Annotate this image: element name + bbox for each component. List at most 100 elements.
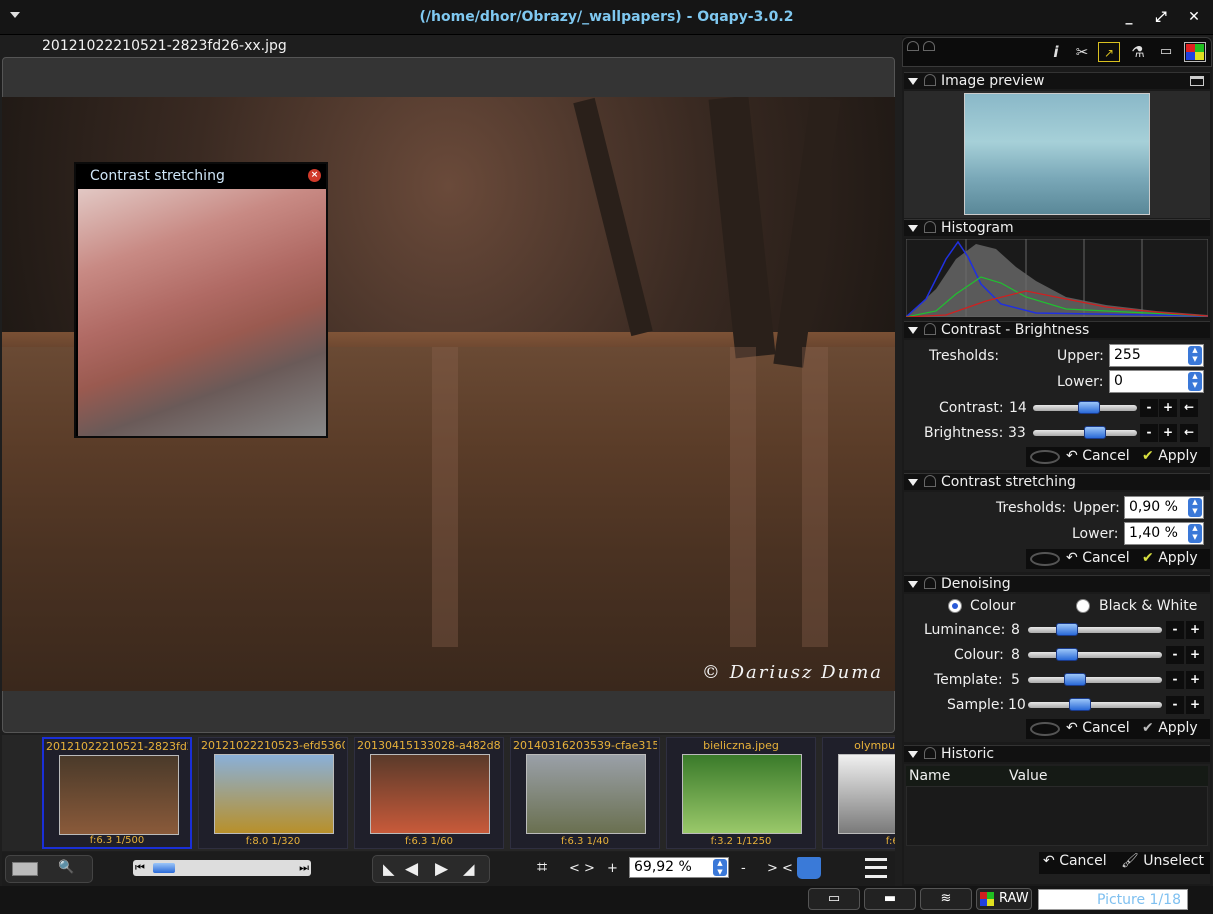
thumbnail-item[interactable]: 20121022210523-efd53606... f:8.0 1/320: [198, 737, 348, 849]
minimize-button[interactable]: _: [1119, 7, 1139, 27]
close-button[interactable]: ✕: [1184, 7, 1204, 27]
template-slider[interactable]: [1028, 673, 1162, 686]
sample-slider-handle[interactable]: [1069, 698, 1091, 711]
brightness-decrease-button[interactable]: -: [1140, 424, 1158, 442]
collapse-triangle-icon[interactable]: [908, 78, 918, 85]
rotate-left-icon[interactable]: ◣: [383, 860, 395, 878]
luminance-slider[interactable]: [1028, 623, 1162, 636]
contrast-reset-icon[interactable]: ←: [1180, 399, 1198, 417]
collapse-triangle-icon[interactable]: [908, 479, 918, 486]
template-increase-button[interactable]: +: [1186, 671, 1204, 689]
last-image-icon[interactable]: ⏭: [299, 861, 309, 875]
colour-decrease-button[interactable]: -: [1166, 646, 1184, 664]
historic-table-body[interactable]: [906, 786, 1208, 846]
brightness-increase-button[interactable]: +: [1159, 424, 1177, 442]
lower-threshold-input[interactable]: 0 ▲ ▼: [1109, 370, 1204, 393]
brightness-slider[interactable]: [1033, 426, 1137, 439]
luminance-decrease-button[interactable]: -: [1166, 621, 1184, 639]
luminance-increase-button[interactable]: +: [1186, 621, 1204, 639]
film-icon[interactable]: ≋: [920, 888, 972, 910]
sample-slider[interactable]: [1028, 698, 1162, 711]
luminance-slider-handle[interactable]: [1056, 623, 1078, 636]
spin-arrows[interactable]: ▲ ▼: [1188, 372, 1202, 391]
previous-icon[interactable]: ◀: [405, 859, 418, 879]
historic-header[interactable]: Historic: [904, 745, 1210, 762]
flask-icon[interactable]: ⚗: [1127, 42, 1149, 62]
first-image-icon[interactable]: ⏮: [135, 861, 145, 875]
stretch-upper-input[interactable]: 0,90 % ▲ ▼: [1124, 496, 1204, 519]
brightness-reset-icon[interactable]: ←: [1180, 424, 1198, 442]
crop-icon[interactable]: ⌗: [537, 857, 547, 878]
preview-eye-icon[interactable]: [1030, 450, 1060, 464]
rotate-right-icon[interactable]: ◢: [463, 860, 475, 878]
brightness-slider-handle[interactable]: [1084, 426, 1106, 439]
thumbnail-item[interactable]: 20130415133028-a482d8b9... f:6.3 1/60: [354, 737, 504, 849]
curves-icon[interactable]: ↗: [1098, 42, 1120, 62]
zoom-out-button[interactable]: -: [741, 861, 746, 876]
next-icon[interactable]: ▶: [435, 859, 448, 879]
preview-thumbnail[interactable]: [964, 93, 1150, 215]
sample-increase-button[interactable]: +: [1186, 696, 1204, 714]
preview-eye-icon[interactable]: [1030, 552, 1060, 566]
historic-col-name[interactable]: Name: [909, 768, 950, 784]
navigation-slider-handle[interactable]: [153, 863, 175, 873]
color-channels-icon[interactable]: [1184, 42, 1206, 62]
unselect-button[interactable]: 🖌 Unselect: [1121, 853, 1204, 869]
contrast-stretching-cancel-button[interactable]: ↶ Cancel: [1066, 550, 1130, 566]
contrast-brightness-apply-button[interactable]: ✔ Apply: [1142, 448, 1198, 464]
contrast-brightness-cancel-button[interactable]: ↶ Cancel: [1066, 448, 1130, 464]
thumbnail-item[interactable]: 20140316203539-cfae3154... f:6.3 1/40: [510, 737, 660, 849]
info-icon[interactable]: i: [1045, 42, 1067, 62]
spin-arrows[interactable]: ▲ ▼: [1188, 498, 1202, 517]
zoom-close-icon[interactable]: ×: [308, 169, 321, 182]
denoising-cancel-button[interactable]: ↶ Cancel: [1066, 720, 1130, 736]
image-preview-header[interactable]: Image preview: [904, 72, 1210, 89]
denoising-apply-button[interactable]: ✔ Apply: [1142, 720, 1198, 736]
raw-toggle-button[interactable]: RAW: [976, 888, 1032, 910]
zoom-in-button[interactable]: +: [607, 861, 618, 876]
contrast-increase-button[interactable]: +: [1159, 399, 1177, 417]
contrast-stretching-zoom-window[interactable]: Contrast stretching ×: [74, 162, 328, 438]
collapse-triangle-icon[interactable]: [908, 327, 918, 334]
contrast-stretching-apply-button[interactable]: ✔ Apply: [1142, 550, 1198, 566]
spin-arrows[interactable]: ▲ ▼: [1188, 524, 1202, 543]
preview-eye-icon[interactable]: [1030, 722, 1060, 736]
contrast-stretching-header[interactable]: Contrast stretching: [904, 473, 1210, 490]
thumbnail-item[interactable]: olympus_om_... f:6.3: [822, 737, 895, 849]
thumbnail-item[interactable]: 20121022210521-2823fd26... f:6.3 1/500: [42, 737, 192, 849]
sample-decrease-button[interactable]: -: [1166, 696, 1184, 714]
stretch-lower-input[interactable]: 1,40 % ▲ ▼: [1124, 522, 1204, 545]
view-mode-button[interactable]: 🔍: [5, 855, 93, 883]
historic-col-value[interactable]: Value: [1009, 768, 1047, 784]
contrast-decrease-button[interactable]: -: [1140, 399, 1158, 417]
collapse-triangle-icon[interactable]: [908, 751, 918, 758]
collapse-triangle-icon[interactable]: [908, 581, 918, 588]
spin-arrows[interactable]: ▲ ▼: [1188, 346, 1202, 365]
colour-slider[interactable]: [1028, 648, 1162, 661]
navigation-slider[interactable]: ⏮ ⏭: [133, 860, 311, 876]
thumbnail-item[interactable]: bieliczna.jpeg f:3.2 1/1250: [666, 737, 816, 849]
black-white-radio[interactable]: [1076, 599, 1090, 613]
maximize-button[interactable]: ⤢: [1151, 7, 1171, 27]
zoom-level-input[interactable]: 69,92 % ▲ ▼: [629, 857, 729, 878]
colour-radio[interactable]: [948, 599, 962, 613]
contrast-brightness-header[interactable]: Contrast - Brightness: [904, 321, 1210, 338]
folder-icon[interactable]: ▬: [864, 888, 916, 910]
template-slider-handle[interactable]: [1064, 673, 1086, 686]
colour-increase-button[interactable]: +: [1186, 646, 1204, 664]
thumbnail-strip[interactable]: 20121022210521-2823fd26...f:6.3 1/500201…: [2, 735, 895, 851]
upper-threshold-input[interactable]: 255 ▲ ▼: [1109, 344, 1204, 367]
hamburger-menu-icon[interactable]: [865, 858, 887, 878]
scissors-icon[interactable]: ✂: [1071, 42, 1093, 62]
denoising-header[interactable]: Denoising: [904, 575, 1210, 592]
histogram-header[interactable]: Histogram: [904, 219, 1210, 236]
historic-cancel-button[interactable]: ↶ Cancel: [1043, 853, 1107, 869]
folder-icon[interactable]: ▭: [1155, 42, 1177, 62]
template-decrease-button[interactable]: -: [1166, 671, 1184, 689]
collapse-triangle-icon[interactable]: [908, 225, 918, 232]
detach-icon[interactable]: [1190, 76, 1204, 86]
zoom-spin-arrows[interactable]: ▲ ▼: [713, 859, 727, 876]
camera-icon[interactable]: ▭: [808, 888, 860, 910]
contrast-slider-handle[interactable]: [1078, 401, 1100, 414]
contrast-slider[interactable]: [1033, 401, 1137, 414]
